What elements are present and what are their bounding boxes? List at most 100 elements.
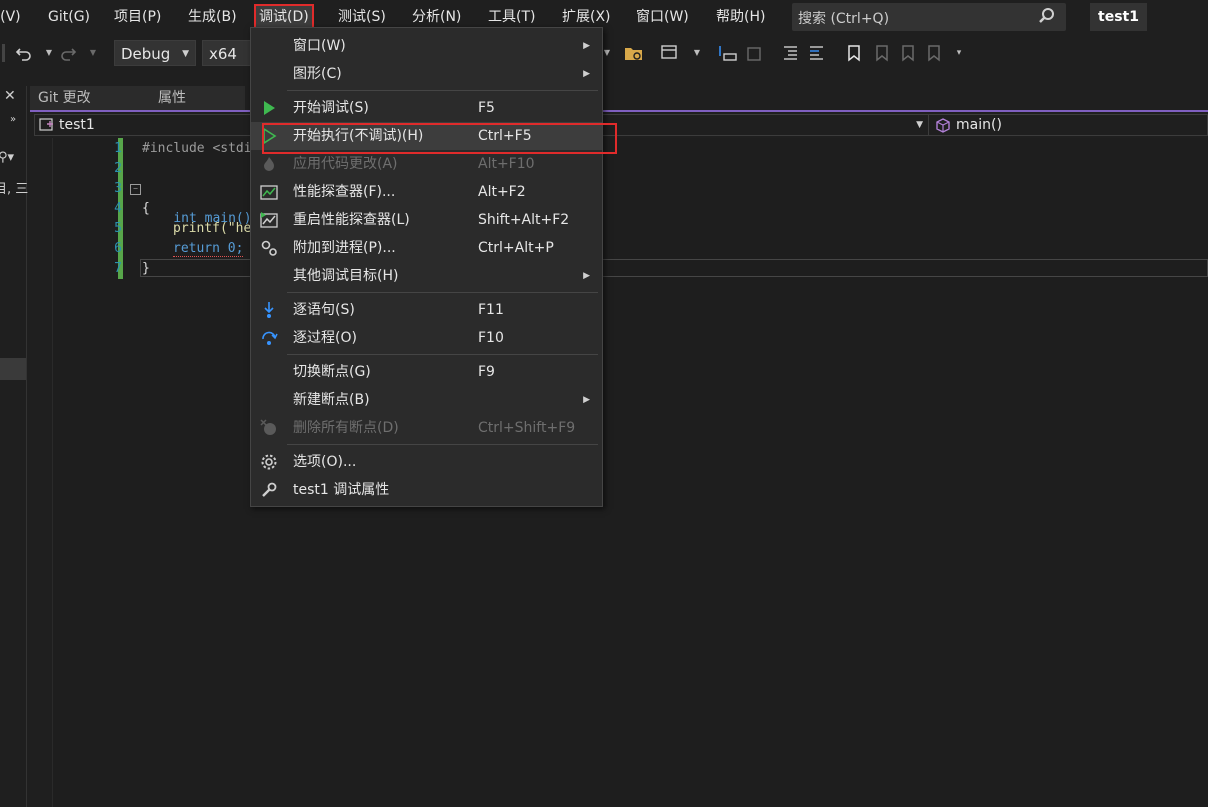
tab-git-changes[interactable]: Git 更改	[30, 86, 151, 110]
menu-item-shortcut: F10	[478, 330, 504, 346]
menu-item-attach-to-process[interactable]: 附加到进程(P)... Ctrl+Alt+P	[251, 234, 602, 262]
menu-analyze[interactable]: 分析(N)	[408, 5, 465, 29]
bookmark-icon[interactable]	[846, 44, 862, 62]
menu-item-performance-profiler[interactable]: 性能探查器(F)... Alt+F2	[251, 178, 602, 206]
next-bookmark-icon[interactable]	[898, 44, 916, 62]
clear-bookmarks-icon[interactable]	[924, 44, 942, 62]
undo-icon[interactable]	[14, 43, 34, 63]
hot-reload-icon[interactable]	[744, 44, 766, 62]
menu-item-shortcut: Alt+F2	[478, 184, 526, 200]
gears-icon	[261, 240, 277, 256]
chevron-down-icon: ▼	[182, 49, 189, 59]
open-folder-icon[interactable]	[624, 44, 644, 62]
menu-item-delete-all-breakpoints[interactable]: 删除所有断点(D) Ctrl+Shift+F9	[251, 414, 602, 442]
configuration-value: Debug	[121, 45, 171, 63]
menu-item-graphics[interactable]: 图形(C) ▶	[251, 60, 602, 88]
toolbar: ▼ ▼ Debug ▼ x64 ▼ ▼ ▾	[0, 36, 1208, 72]
menu-item-label: 应用代码更改(A)	[293, 156, 398, 172]
menu-item-apply-code-changes[interactable]: 应用代码更改(A) Alt+F10	[251, 150, 602, 178]
debug-menu-dropdown: 窗口(W) ▶ 图形(C) ▶ 开始调试(S) F5 开始执行(不调试)(H) …	[250, 27, 603, 507]
project-name: test1	[59, 117, 95, 133]
menu-tools[interactable]: 工具(T)	[484, 5, 539, 29]
menu-separator	[287, 444, 598, 445]
chevron-right-icon: ▶	[583, 41, 590, 51]
line-number: 2	[114, 161, 122, 176]
code-line: return 0;	[173, 241, 244, 257]
code-line: }	[142, 261, 150, 276]
menu-item-label: 图形(C)	[293, 66, 342, 82]
solution-name: test1	[1090, 3, 1147, 31]
tab-bar: Git 更改 属性	[30, 86, 1208, 112]
redo-dropdown-icon[interactable]: ▼	[84, 44, 102, 62]
menu-item-relaunch-profiler[interactable]: 重启性能探查器(L) Shift+Alt+F2	[251, 206, 602, 234]
undo-dropdown-icon[interactable]: ▼	[40, 44, 58, 62]
search-icon[interactable]: ⚲▾	[0, 150, 14, 165]
menu-window[interactable]: 窗口(W)	[632, 5, 693, 29]
profiler-relaunch-icon	[260, 212, 278, 228]
indent-icon[interactable]	[780, 44, 800, 62]
configuration-select[interactable]: Debug ▼	[114, 40, 196, 66]
flame-icon	[264, 157, 274, 171]
menu-item-start-debugging[interactable]: 开始调试(S) F5	[251, 94, 602, 122]
menu-separator	[287, 90, 598, 91]
menu-extensions[interactable]: 扩展(X)	[558, 5, 615, 29]
menu-separator	[287, 354, 598, 355]
outdent-icon[interactable]	[806, 44, 826, 62]
menu-separator	[287, 292, 598, 293]
menu-item-shortcut: F9	[478, 364, 495, 380]
menu-item-label: 选项(O)...	[293, 454, 357, 470]
wrench-icon	[262, 482, 277, 497]
menu-item-options[interactable]: 选项(O)...	[251, 448, 602, 476]
menu-item-step-into[interactable]: 逐语句(S) F11	[251, 296, 602, 324]
browser-icon[interactable]	[660, 44, 680, 62]
platform-select[interactable]: x64	[202, 40, 252, 66]
menu-help[interactable]: 帮助(H)	[712, 5, 769, 29]
menu-item-windows[interactable]: 窗口(W) ▶	[251, 32, 602, 60]
menu-project[interactable]: 项目(P)	[110, 5, 165, 29]
menu-item-new-breakpoint[interactable]: 新建断点(B) ▶	[251, 386, 602, 414]
line-number: 7	[114, 261, 122, 276]
member-select[interactable]: main()	[928, 114, 1208, 136]
menu-item-step-over[interactable]: 逐过程(O) F10	[251, 324, 602, 352]
chevron-right-icon: ▶	[583, 69, 590, 79]
menu-item-label: 删除所有断点(D)	[293, 420, 399, 436]
menu-view[interactable]: J(V)	[0, 5, 25, 29]
collapse-icon[interactable]: −	[130, 184, 141, 195]
menu-item-label: 开始调试(S)	[293, 100, 369, 116]
menu-git[interactable]: Git(G)	[44, 5, 94, 29]
menu-item-toggle-breakpoint[interactable]: 切换断点(G) F9	[251, 358, 602, 386]
step-over-icon	[262, 331, 278, 345]
step-into-specific-icon[interactable]	[716, 44, 738, 62]
menu-item-shortcut: Shift+Alt+F2	[478, 212, 570, 228]
prev-bookmark-icon[interactable]	[872, 44, 890, 62]
overflow-icon[interactable]: »	[10, 114, 16, 125]
chevron-down-icon[interactable]: ▼	[688, 44, 706, 62]
menu-item-debug-properties[interactable]: test1 调试属性	[251, 476, 602, 504]
gear-icon	[261, 454, 277, 470]
navigation-bar: test1 ▼ main()	[30, 114, 1208, 138]
tab-properties[interactable]: 属性	[150, 86, 246, 110]
line-number: 1	[114, 141, 122, 156]
annotation-highlight-box	[262, 123, 617, 154]
menu-item-label: 逐过程(O)	[293, 330, 357, 346]
menu-item-label: 重启性能探查器(L)	[293, 212, 410, 228]
selected-row[interactable]	[0, 358, 26, 380]
menu-item-other-debug-targets[interactable]: 其他调试目标(H) ▶	[251, 262, 602, 290]
menu-debug[interactable]: 调试(D)	[254, 4, 314, 30]
menu-build[interactable]: 生成(B)	[184, 5, 241, 29]
code-editor[interactable]: 1 2 3 4 5 6 7 #include <stdi − int main(…	[30, 138, 1208, 807]
member-name: main()	[956, 117, 1002, 133]
close-icon[interactable]: ✕	[4, 88, 16, 104]
redo-icon[interactable]	[58, 43, 78, 63]
menu-test[interactable]: 测试(S)	[334, 5, 390, 29]
step-into-icon	[264, 302, 274, 318]
left-tool-window: ✕ » ⚲▾ 目, 三	[0, 86, 28, 807]
menu-item-shortcut: Ctrl+Alt+P	[478, 240, 554, 256]
platform-value: x64	[209, 45, 237, 63]
toolbar-overflow-icon[interactable]: ▾	[950, 44, 968, 62]
menu-item-label: 窗口(W)	[293, 38, 346, 54]
line-number: 3	[114, 181, 122, 196]
search-icon	[1039, 8, 1054, 23]
menu-item-label: test1 调试属性	[293, 482, 390, 498]
search-input[interactable]: 搜索 (Ctrl+Q)	[792, 3, 1066, 31]
